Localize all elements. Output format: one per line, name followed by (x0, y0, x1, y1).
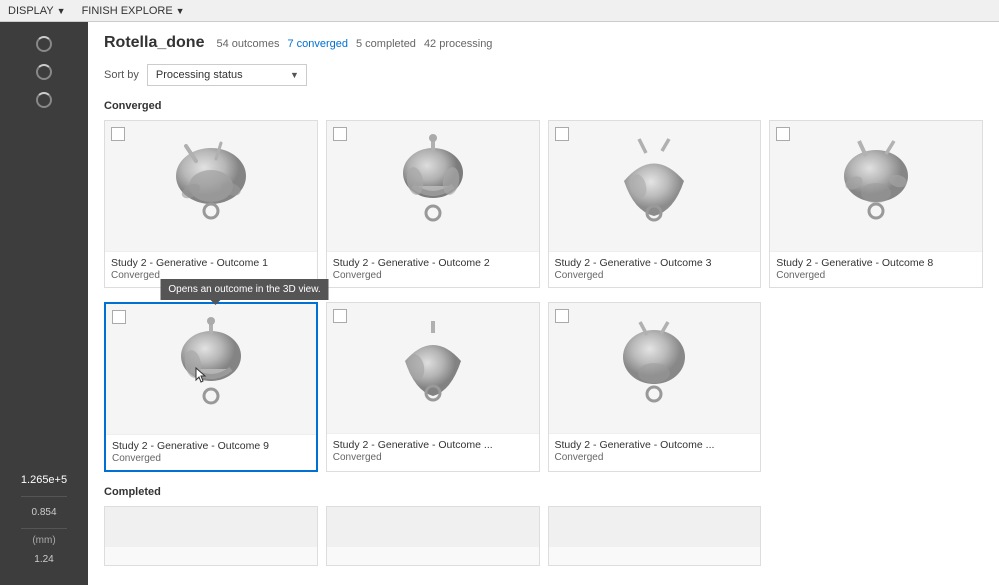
top-bar: DISPLAY ▼ FINISH EXPLORE ▼ (0, 0, 999, 22)
sort-select[interactable]: Processing status Name Date (147, 64, 307, 86)
display-label: DISPLAY (8, 5, 54, 17)
card-10-checkbox[interactable] (333, 309, 347, 323)
card-2-checkbox[interactable] (333, 127, 347, 141)
card-4-title: Study 2 - Generative - Outcome 8 (776, 257, 976, 269)
card-4-status: Converged (776, 270, 976, 281)
sidebar-sub-value: 0.854 (27, 503, 60, 522)
finish-explore-label: FINISH EXPLORE (82, 5, 173, 17)
card-11-status: Converged (555, 452, 755, 463)
card-9-checkbox[interactable] (112, 310, 126, 324)
completed-section-label: Completed (104, 486, 983, 498)
converged-cards-row1: Study 2 - Generative - Outcome 1 Converg… (104, 120, 983, 288)
card-1-checkbox[interactable] (111, 127, 125, 141)
card-outcome-11[interactable]: Study 2 - Generative - Outcome ... Conve… (548, 302, 762, 472)
card-3-status: Converged (555, 270, 755, 281)
card-2-title: Study 2 - Generative - Outcome 2 (333, 257, 533, 269)
card-11-title: Study 2 - Generative - Outcome ... (555, 439, 755, 451)
card-1-title: Study 2 - Generative - Outcome 1 (111, 257, 311, 269)
card-11-image (549, 303, 761, 433)
card-outcome-8[interactable]: Study 2 - Generative - Outcome 8 Converg… (769, 120, 983, 288)
card-3-checkbox[interactable] (555, 127, 569, 141)
card-11-info: Study 2 - Generative - Outcome ... Conve… (549, 433, 761, 469)
completed-empty-slot (769, 506, 983, 566)
completed-cards-row (104, 506, 983, 566)
outcome-9-shape (161, 314, 261, 424)
outcome-2-shape (383, 131, 483, 241)
card-1-info: Study 2 - Generative - Outcome 1 Converg… (105, 251, 317, 287)
completed-card-3[interactable] (548, 506, 762, 566)
card-10-image (327, 303, 539, 433)
sort-label: Sort by (104, 69, 139, 81)
card-outcome-1[interactable]: Study 2 - Generative - Outcome 1 Converg… (104, 120, 318, 288)
sort-row: Sort by Processing status Name Date (104, 64, 983, 86)
card-9-title: Study 2 - Generative - Outcome 9 (112, 440, 310, 452)
completed-card-1-image (105, 507, 317, 547)
outcome-1-shape (161, 131, 261, 241)
left-sidebar: 1.265e+5 0.854 (mm) 1.24 (0, 22, 88, 585)
converged-section-label: Converged (104, 100, 983, 112)
stat-converged: 7 converged (287, 38, 348, 50)
converged-cards-row2: Opens an outcome in the 3D view. (104, 302, 983, 472)
outcome-8-shape (826, 131, 926, 241)
card-10-status: Converged (333, 452, 533, 463)
completed-card-3-image (549, 507, 761, 547)
project-title: Rotella_done (104, 34, 204, 52)
completed-card-1[interactable] (104, 506, 318, 566)
content-area: Rotella_done 54 outcomes 7 converged 5 c… (88, 22, 999, 585)
card-2-status: Converged (333, 270, 533, 281)
outcome-3-shape (604, 131, 704, 241)
project-header: Rotella_done 54 outcomes 7 converged 5 c… (104, 34, 983, 52)
completed-card-2-image (327, 507, 539, 547)
card-3-title: Study 2 - Generative - Outcome 3 (555, 257, 755, 269)
spinner-1 (36, 36, 52, 52)
card-4-info: Study 2 - Generative - Outcome 8 Converg… (770, 251, 982, 287)
card-1-status: Converged (111, 270, 311, 281)
sort-select-wrapper[interactable]: Processing status Name Date (147, 64, 307, 86)
card-1-image (105, 121, 317, 251)
display-button[interactable]: DISPLAY ▼ (8, 5, 66, 17)
card-outcome-3[interactable]: Study 2 - Generative - Outcome 3 Converg… (548, 120, 762, 288)
card-3-info: Study 2 - Generative - Outcome 3 Converg… (549, 251, 761, 287)
sidebar-unit: (mm) (32, 535, 55, 546)
card-9-status: Converged (112, 453, 310, 464)
card-2-image (327, 121, 539, 251)
sidebar-main-value: 1.265e+5 (17, 470, 71, 490)
card-3-image (549, 121, 761, 251)
stat-completed: 5 completed (356, 38, 416, 50)
card-9-info: Study 2 - Generative - Outcome 9 Converg… (106, 434, 316, 470)
sidebar-divider-2 (21, 528, 67, 529)
spinner-2 (36, 64, 52, 80)
project-stats: 54 outcomes 7 converged 5 completed 42 p… (216, 38, 492, 50)
finish-explore-button[interactable]: FINISH EXPLORE ▼ (82, 5, 185, 17)
completed-card-2[interactable] (326, 506, 540, 566)
sidebar-bottom: 1.265e+5 0.854 (mm) 1.24 (0, 462, 88, 577)
finish-explore-arrow-icon: ▼ (176, 6, 185, 16)
card-10-info: Study 2 - Generative - Outcome ... Conve… (327, 433, 539, 469)
card-outcome-9[interactable]: Opens an outcome in the 3D view. (104, 302, 318, 472)
outcome-10-shape (383, 313, 483, 423)
stat-outcomes: 54 outcomes (216, 38, 279, 50)
card-4-checkbox[interactable] (776, 127, 790, 141)
card-4-image (770, 121, 982, 251)
card-10-title: Study 2 - Generative - Outcome ... (333, 439, 533, 451)
card-outcome-10[interactable]: Study 2 - Generative - Outcome ... Conve… (326, 302, 540, 472)
sidebar-unit-val: 1.24 (30, 550, 57, 569)
outcome-11-shape (604, 313, 704, 423)
stat-processing: 42 processing (424, 38, 493, 50)
card-11-checkbox[interactable] (555, 309, 569, 323)
card-outcome-2[interactable]: Study 2 - Generative - Outcome 2 Converg… (326, 120, 540, 288)
empty-slot (769, 302, 983, 472)
main-layout: 1.265e+5 0.854 (mm) 1.24 Rotella_done 54… (0, 22, 999, 585)
spinner-3 (36, 92, 52, 108)
sidebar-divider (21, 496, 67, 497)
card-9-image (106, 304, 316, 434)
card-2-info: Study 2 - Generative - Outcome 2 Converg… (327, 251, 539, 287)
display-arrow-icon: ▼ (57, 6, 66, 16)
